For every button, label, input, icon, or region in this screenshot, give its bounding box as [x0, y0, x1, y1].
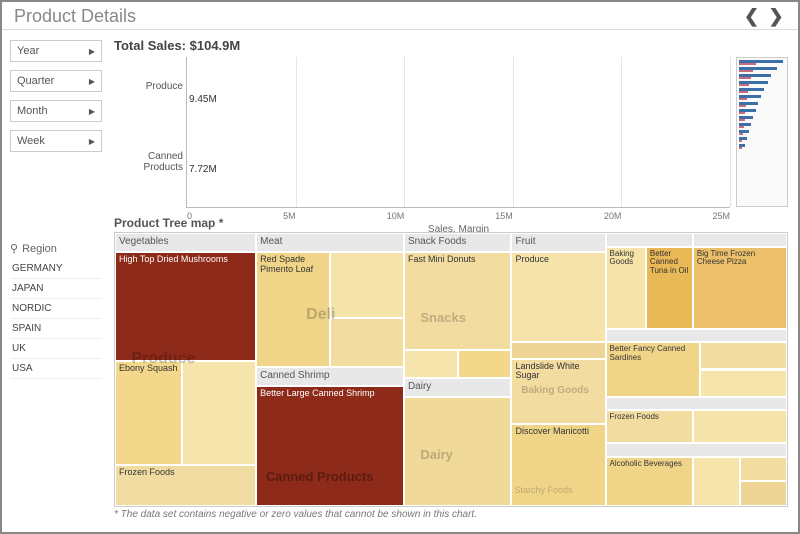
- treemap[interactable]: Vegetables Meat Snack Foods Fruit High T…: [114, 232, 788, 507]
- search-icon: ⚲: [10, 242, 18, 255]
- treemap-cell[interactable]: Discover Manicotti: [511, 424, 605, 506]
- region-item[interactable]: GERMANY: [10, 259, 102, 279]
- treemap-group-header: Fruit: [511, 233, 605, 252]
- region-item[interactable]: USA: [10, 359, 102, 379]
- treemap-group-header: [693, 233, 787, 247]
- treemap-cell[interactable]: [693, 457, 740, 506]
- region-item[interactable]: NORDIC: [10, 299, 102, 319]
- region-item[interactable]: SPAIN: [10, 319, 102, 339]
- treemap-cell[interactable]: [511, 342, 605, 358]
- treemap-group-header: Vegetables: [115, 233, 256, 252]
- treemap-cell[interactable]: [330, 318, 404, 367]
- treemap-cell[interactable]: Alcoholic Beverages: [606, 457, 693, 506]
- filter-year[interactable]: Year▶: [10, 40, 102, 62]
- treemap-group-header: Meat: [256, 233, 404, 252]
- filter-month[interactable]: Month▶: [10, 100, 102, 122]
- next-sheet-button[interactable]: ❯: [766, 6, 786, 27]
- treemap-cell[interactable]: Better Fancy Canned Sardines: [606, 342, 700, 397]
- prev-sheet-button[interactable]: ❮: [742, 6, 762, 27]
- treemap-cell[interactable]: Fast Mini Donuts: [404, 252, 512, 350]
- treemap-cell[interactable]: Big Time Frozen Cheese Pizza: [693, 247, 787, 329]
- treemap-group-header: Dairy: [404, 378, 512, 397]
- bar-chart[interactable]: Produce 24.16M 9.45M Canned Products 20.…: [186, 57, 730, 208]
- page-title: Product Details: [14, 6, 136, 27]
- treemap-group-header: [606, 443, 787, 457]
- treemap-cell[interactable]: [700, 370, 787, 397]
- bar-chart-minimap[interactable]: [736, 57, 788, 207]
- treemap-group-header: [606, 397, 787, 411]
- treemap-cell[interactable]: High Top Dried Mushrooms: [115, 252, 256, 361]
- treemap-cell[interactable]: Frozen Foods: [115, 465, 256, 506]
- treemap-footnote: * The data set contains negative or zero…: [114, 509, 788, 520]
- treemap-cell[interactable]: Baking Goods: [606, 247, 646, 329]
- filter-quarter[interactable]: Quarter▶: [10, 70, 102, 92]
- treemap-group-header: [606, 329, 787, 343]
- treemap-group-header: Canned Shrimp: [256, 367, 404, 386]
- treemap-group-header: Snack Foods: [404, 233, 512, 252]
- bar-category: Produce: [111, 81, 183, 92]
- x-axis-ticks: 05M10M15M20M25M: [187, 211, 730, 221]
- treemap-cell[interactable]: [458, 350, 512, 377]
- treemap-cell[interactable]: [404, 397, 512, 506]
- treemap-cell[interactable]: [693, 410, 787, 443]
- caret-right-icon: ▶: [89, 137, 95, 146]
- region-item[interactable]: UK: [10, 339, 102, 359]
- treemap-cell[interactable]: [700, 342, 787, 369]
- caret-right-icon: ▶: [89, 47, 95, 56]
- caret-right-icon: ▶: [89, 107, 95, 116]
- caret-right-icon: ▶: [89, 77, 95, 86]
- total-sales-kpi: Total Sales: $104.9M: [114, 38, 788, 53]
- treemap-cell[interactable]: Better Canned Tuna in Oil: [646, 247, 693, 329]
- treemap-cell[interactable]: Ebony Squash: [115, 361, 182, 465]
- treemap-cell[interactable]: [182, 361, 256, 465]
- treemap-cell[interactable]: Landslide White Sugar: [511, 359, 605, 425]
- treemap-cell[interactable]: [740, 457, 787, 482]
- treemap-cell[interactable]: Red Spade Pimento Loaf: [256, 252, 330, 367]
- treemap-cell[interactable]: Produce: [511, 252, 605, 342]
- region-item[interactable]: JAPAN: [10, 279, 102, 299]
- treemap-cell[interactable]: [330, 252, 404, 318]
- region-header: ⚲Region: [10, 242, 102, 255]
- bar-category: Canned Products: [111, 151, 183, 173]
- treemap-cell[interactable]: [740, 481, 787, 506]
- treemap-cell[interactable]: Frozen Foods: [606, 410, 693, 443]
- treemap-cell[interactable]: Better Large Canned Shrimp: [256, 386, 404, 506]
- treemap-group-header: [606, 233, 693, 247]
- filter-week[interactable]: Week▶: [10, 130, 102, 152]
- treemap-cell[interactable]: [404, 350, 458, 377]
